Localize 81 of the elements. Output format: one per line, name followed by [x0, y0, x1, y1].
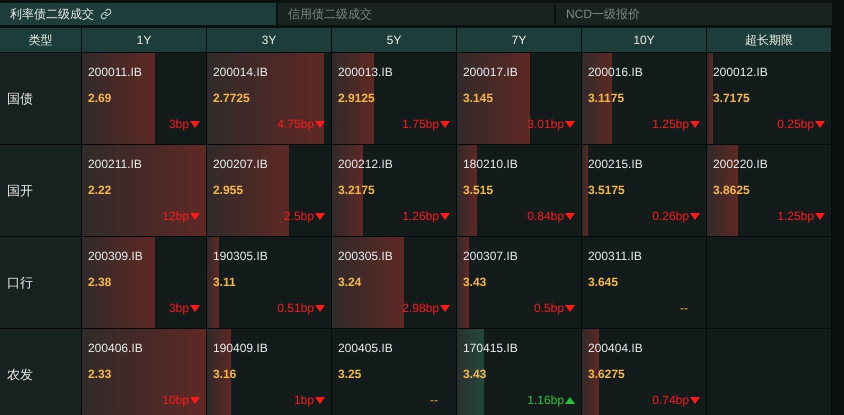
change-value: 1bp — [294, 392, 314, 408]
column-header: 超长期限 — [707, 28, 832, 53]
change-value: 0.26bp — [652, 208, 689, 224]
bond-code: 200215.IB — [588, 156, 643, 173]
yield-value: 3.2175 — [338, 182, 375, 199]
bond-code: 200309.IB — [88, 248, 143, 265]
row-label: 口行 — [0, 237, 82, 329]
column-header: 7Y — [457, 28, 582, 53]
yield-value: 2.955 — [213, 182, 244, 199]
row-label: 农发 — [0, 329, 82, 415]
link-icon — [100, 8, 112, 20]
bond-code: 200013.IB — [338, 64, 393, 81]
column-header: 类型 — [0, 28, 82, 53]
change-value: 0.74bp — [652, 392, 689, 408]
yield-value: 3.24 — [338, 274, 362, 291]
bond-code: 200211.IB — [88, 156, 142, 173]
tab[interactable]: NCD一级报价 — [556, 3, 832, 25]
bond-code: 200212.IB — [338, 156, 393, 173]
bond-code: 190409.IB — [213, 340, 268, 357]
change-value: 0.5bp — [534, 300, 564, 316]
bond-code: 200220.IB — [713, 156, 768, 173]
bond-code: 200307.IB — [463, 248, 518, 265]
tab[interactable]: 利率债二级成交 — [0, 3, 276, 25]
change-value: 0.51bp — [277, 300, 314, 316]
change-value: 3.01bp — [527, 116, 564, 132]
bond-code: 200016.IB — [588, 64, 643, 81]
bond-code: 200404.IB — [588, 340, 643, 357]
row-label: 国债 — [0, 53, 82, 145]
yield-value: 3.515 — [463, 182, 494, 199]
change-value: 1.25bp — [652, 116, 689, 132]
change-value: 2.5bp — [284, 208, 314, 224]
yield-value: 3.1175 — [588, 90, 624, 107]
yield-value: 2.22 — [88, 182, 112, 199]
yield-value: 2.33 — [88, 366, 112, 383]
yield-value: 3.25 — [338, 366, 362, 383]
change-value: 1.26bp — [402, 208, 439, 224]
change-value: 0.25bp — [777, 116, 814, 132]
yield-value: 2.9125 — [338, 90, 375, 107]
change-value: 4.75bp — [277, 116, 314, 132]
yield-value: 2.7725 — [213, 90, 250, 107]
yield-value: 3.145 — [463, 90, 494, 107]
yield-value: 3.7175 — [713, 90, 750, 107]
yield-value: 3.6275 — [588, 366, 625, 383]
column-header: 5Y — [332, 28, 457, 53]
bond-code: 200311.IB — [588, 248, 642, 265]
bond-code: 200017.IB — [463, 64, 518, 81]
tab[interactable]: 信用债二级成交 — [278, 3, 554, 25]
yield-value: 2.38 — [88, 274, 112, 291]
column-header: 3Y — [207, 28, 332, 53]
change-value: 1.75bp — [402, 116, 439, 132]
change-value: 12bp — [162, 208, 189, 224]
change-value: -- — [430, 392, 438, 408]
yield-value: 3.16 — [213, 366, 236, 383]
bond-code: 190305.IB — [213, 248, 268, 265]
yield-value: 3.5175 — [588, 182, 625, 199]
bond-code: 200011.IB — [88, 64, 142, 81]
bond-code: 200012.IB — [713, 64, 768, 81]
bond-code: 170415.IB — [463, 340, 518, 357]
yield-value: 3.8625 — [713, 182, 750, 199]
bond-code: 200207.IB — [213, 156, 268, 173]
change-value: 3bp — [168, 116, 189, 132]
bond-code: 200405.IB — [338, 340, 393, 357]
bond-code: 200305.IB — [338, 248, 393, 265]
change-value: 3bp — [168, 300, 189, 316]
change-value: -- — [680, 300, 688, 316]
yield-value: 3.43 — [463, 366, 486, 383]
column-header: 1Y — [82, 28, 207, 53]
change-value: 1.25bp — [777, 208, 814, 224]
change-value: 2.98bp — [402, 300, 439, 316]
bond-code: 200014.IB — [213, 64, 268, 81]
column-header: 10Y — [582, 28, 707, 53]
bond-code: 200406.IB — [88, 340, 143, 357]
change-value: 0.84bp — [527, 208, 564, 224]
yield-value: 2.69 — [88, 90, 112, 107]
yield-value: 3.11 — [213, 274, 236, 291]
bond-code: 180210.IB — [463, 156, 518, 173]
change-value: 10bp — [162, 392, 189, 408]
yield-value: 3.43 — [463, 274, 486, 291]
row-label: 国开 — [0, 145, 82, 237]
yield-value: 3.645 — [588, 274, 618, 291]
change-value: 1.16bp — [527, 392, 564, 408]
